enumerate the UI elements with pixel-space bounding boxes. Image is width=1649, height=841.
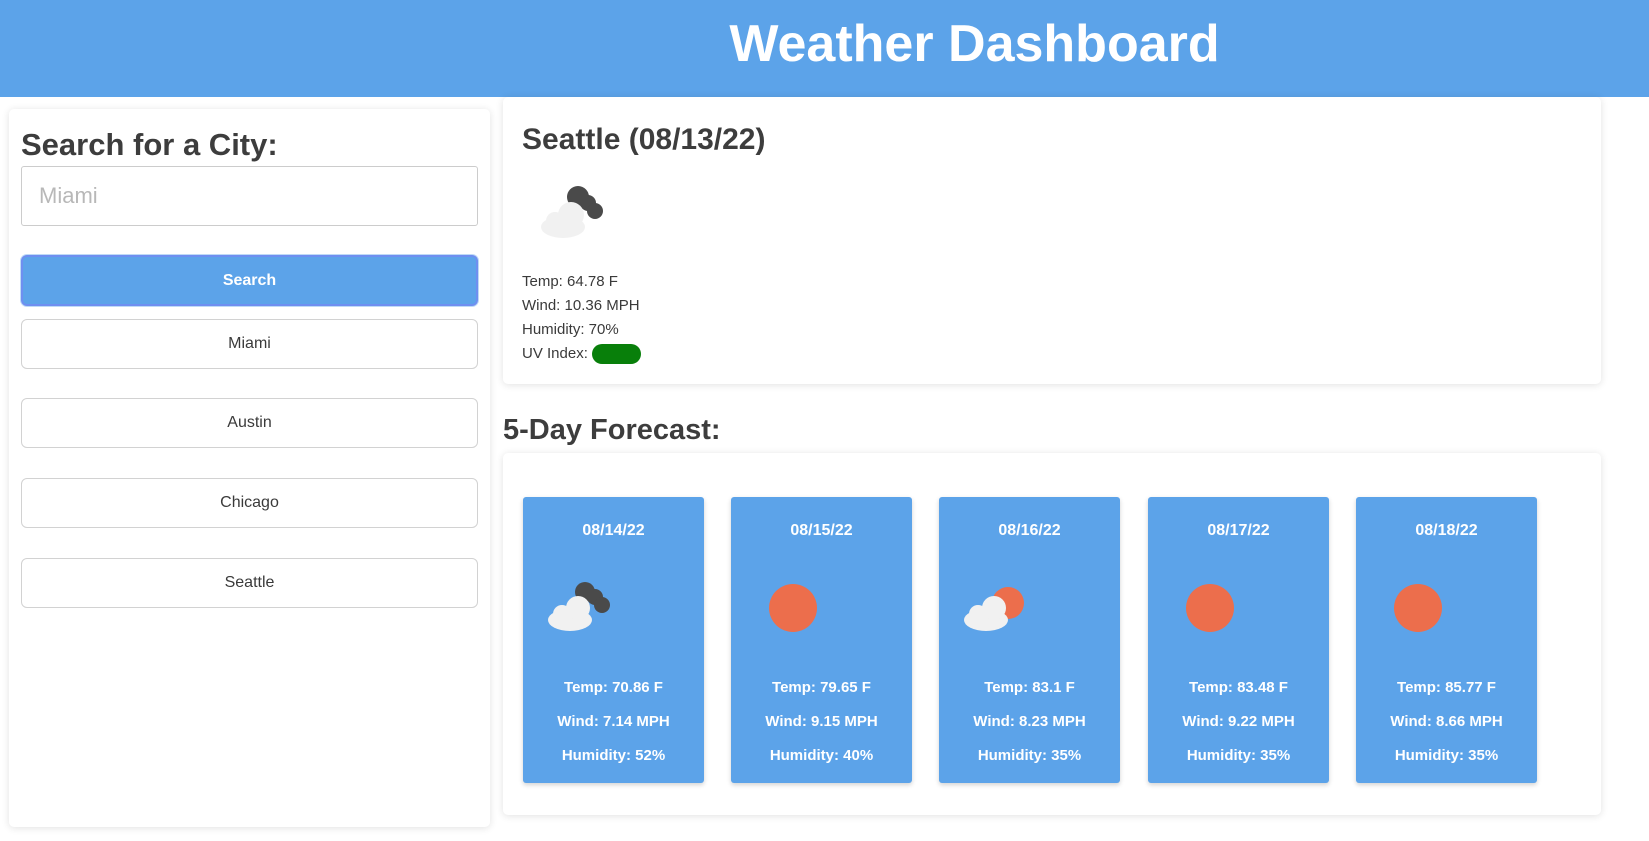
history-button-austin[interactable]: Austin — [21, 398, 478, 448]
forecast-card: 08/16/22 Temp: 83.1 F Wind: 8.23 MPH Hum… — [939, 497, 1120, 783]
page-title: Weather Dashboard — [729, 15, 1220, 73]
history-button-chicago[interactable]: Chicago — [21, 478, 478, 528]
forecast-humidity: Humidity: 35% — [1394, 747, 1499, 764]
cloud-icon — [541, 186, 603, 238]
partly-cloudy-icon — [964, 587, 1024, 631]
forecast-humidity: Humidity: 35% — [1186, 747, 1291, 764]
forecast-temp: Temp: 79.65 F — [772, 679, 871, 696]
current-details: Temp: 64.78 F Wind: 10.36 MPH Humidity: … — [522, 270, 641, 366]
city-search-input[interactable] — [21, 166, 478, 226]
forecast-date: 08/18/22 — [1415, 522, 1478, 539]
forecast-humidity: Humidity: 40% — [769, 747, 874, 764]
forecast-humidity: Humidity: 52% — [561, 747, 666, 764]
search-title: Search for a City: — [21, 127, 278, 162]
current-humidity: Humidity: 70% — [522, 321, 619, 338]
uv-label: UV Index: — [522, 345, 588, 362]
forecast-temp: Temp: 83.48 F — [1189, 679, 1288, 696]
forecast-wind: Wind: 9.15 MPH — [765, 713, 878, 730]
forecast-temp: Temp: 70.86 F — [564, 679, 663, 696]
forecast-heading: 5-Day Forecast: — [503, 414, 721, 446]
uv-index-badge — [591, 344, 641, 365]
forecast-wind: Wind: 8.23 MPH — [973, 713, 1086, 730]
history-button-miami[interactable]: Miami — [21, 319, 478, 369]
forecast-humidity: Humidity: 35% — [977, 747, 1082, 764]
forecast-card: 08/17/22 Temp: 83.48 F Wind: 9.22 MPH Hu… — [1148, 497, 1329, 783]
app-header: Weather Dashboard — [0, 0, 1649, 97]
search-button[interactable]: Search — [21, 255, 478, 306]
history-button-seattle[interactable]: Seattle — [21, 558, 478, 608]
forecast-wind: Wind: 8.66 MPH — [1390, 713, 1503, 730]
sun-icon — [1186, 584, 1234, 632]
forecast-wind: Wind: 9.22 MPH — [1182, 713, 1295, 730]
current-city-title: Seattle (08/13/22) — [522, 123, 766, 156]
current-uv-row: UV Index: — [522, 342, 641, 366]
forecast-card: 08/14/22 Temp: 70.86 F Wind: 7.14 MPH Hu… — [523, 497, 704, 783]
current-temp: Temp: 64.78 F — [522, 273, 618, 290]
forecast-temp: Temp: 83.1 F — [984, 679, 1075, 696]
forecast-temp: Temp: 85.77 F — [1397, 679, 1496, 696]
current-wind: Wind: 10.36 MPH — [522, 297, 640, 314]
forecast-card: 08/18/22 Temp: 85.77 F Wind: 8.66 MPH Hu… — [1356, 497, 1537, 783]
forecast-card: 08/15/22 Temp: 79.65 F Wind: 9.15 MPH Hu… — [731, 497, 912, 783]
sun-icon — [769, 584, 817, 632]
sun-icon — [1394, 584, 1442, 632]
forecast-date: 08/16/22 — [998, 522, 1061, 539]
forecast-wind: Wind: 7.14 MPH — [557, 713, 670, 730]
search-panel: Search for a City: Search Miami Austin C… — [9, 109, 490, 827]
forecast-date: 08/14/22 — [582, 522, 645, 539]
forecast-date: 08/15/22 — [790, 522, 853, 539]
cloud-icon — [548, 582, 610, 631]
forecast-panel: 08/14/22 Temp: 70.86 F Wind: 7.14 MPH Hu… — [503, 453, 1601, 815]
forecast-date: 08/17/22 — [1207, 522, 1270, 539]
current-weather-panel: Seattle (08/13/22) Temp: 64.78 F Wind: 1… — [503, 97, 1601, 384]
